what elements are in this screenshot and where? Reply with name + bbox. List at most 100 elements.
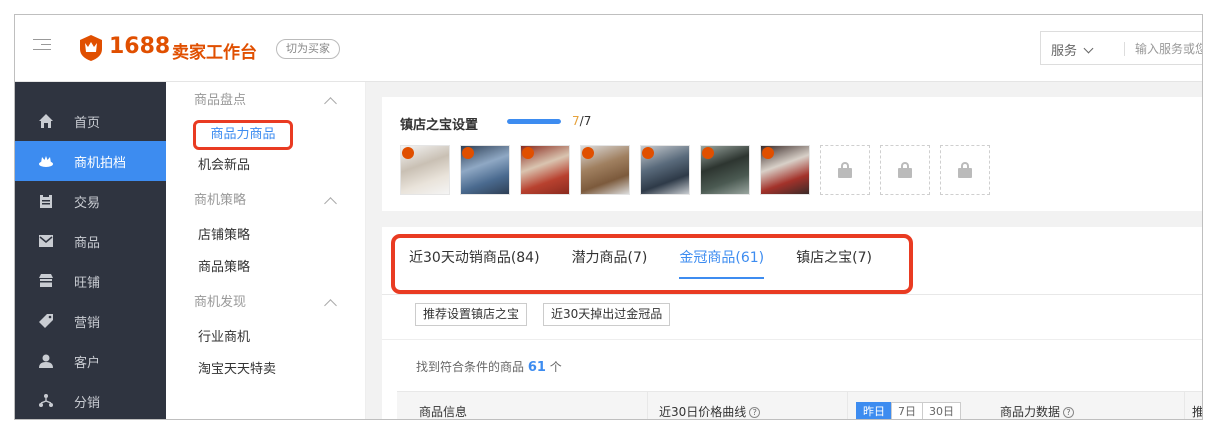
progress-fill (507, 119, 561, 124)
subnav-item-industry[interactable]: 行业商机 (166, 322, 365, 354)
lock-icon (838, 162, 852, 178)
sidebar-item-6[interactable]: 客户 (15, 341, 166, 381)
search-divider (1124, 42, 1125, 56)
sidebar-item-label: 商机拍档 (74, 155, 127, 171)
sidebar-item-label: 首页 (74, 115, 101, 131)
treasure-title: 镇店之宝设置 (400, 118, 479, 133)
sidebar-item-label: 营销 (74, 315, 101, 331)
crown-badge-icon (642, 147, 654, 159)
crown-badge-icon (702, 147, 714, 159)
sidebar-item-1[interactable]: 商机拍档 (15, 141, 166, 181)
crown-badge-icon (462, 147, 474, 159)
subnav-item-opportunity-new[interactable]: 机会新品 (166, 150, 365, 182)
time-range-toggle: 昨日 7日 30日 (856, 402, 961, 419)
subnav-item-product-strategy[interactable]: 商品策略 (166, 252, 365, 284)
service-search: 服务 (1040, 31, 1202, 65)
subnav-group-title: 商品盘点 (194, 93, 247, 108)
product-list-card: 近30天动销商品(84) 潜力商品(7) 金冠商品(61) 镇店之宝(7) 推荐设置镇… (382, 227, 1203, 419)
treasure-thumbnail[interactable] (760, 145, 810, 195)
sidebar-item-label: 分销 (74, 395, 101, 411)
search-category-select[interactable]: 服务 (1051, 40, 1094, 59)
treasure-thumbnail[interactable] (460, 145, 510, 195)
table-header: 商品信息 近30日价格曲线? 昨日 7日 30日 商品力数据? 推 (397, 391, 1203, 419)
column-product-power: 商品力数据? (1000, 392, 1075, 419)
subnav-item-product-power[interactable]: 商品力商品 (193, 120, 293, 150)
sidebar-item-3[interactable]: 商品 (15, 221, 166, 261)
locked-slot (820, 145, 870, 195)
range-option-2[interactable]: 30日 (922, 402, 961, 419)
treasure-thumbnail[interactable] (400, 145, 450, 195)
locked-slot (940, 145, 990, 195)
logo-title: 卖家工作台 (172, 43, 257, 63)
column-divider (847, 392, 848, 419)
filter-recommend-treasure-button[interactable]: 推荐设置镇店之宝 (415, 303, 528, 326)
filter-dropped-gold-button[interactable]: 近30天掉出过金冠品 (543, 303, 671, 326)
logo-shield-icon (80, 35, 102, 61)
chevron-up-icon (324, 299, 337, 312)
column-divider (647, 392, 648, 419)
menu-toggle-icon[interactable] (33, 39, 51, 55)
treasure-thumbnail[interactable] (700, 145, 750, 195)
column-product-info: 商品信息 (419, 405, 468, 419)
switch-to-buyer-button[interactable]: 切为买家 (276, 39, 340, 59)
tab-3[interactable]: 镇店之宝(7) (796, 227, 872, 289)
help-icon[interactable]: ? (749, 407, 761, 418)
sidebar-item-2[interactable]: 交易 (15, 181, 166, 221)
progress-current: 7 (572, 114, 580, 128)
chevron-down-icon (1083, 43, 1094, 54)
range-option-0[interactable]: 昨日 (856, 402, 892, 419)
sidebar-item-label: 客户 (74, 355, 101, 371)
subnav-group-title: 商机发现 (194, 295, 247, 310)
sub-sidebar: 商品盘点 商品力商品 机会新品 商机策略 店铺策略 商品策略 商机发现 行业商机… (166, 82, 366, 419)
mail-icon (37, 232, 55, 250)
product-tabs: 近30天动销商品(84) 潜力商品(7) 金冠商品(61) 镇店之宝(7) (409, 227, 904, 289)
sidebar-item-label: 交易 (74, 195, 101, 211)
chevron-up-icon (324, 197, 337, 210)
treasure-thumbnail[interactable] (580, 145, 630, 195)
treasure-thumbnail[interactable] (520, 145, 570, 195)
sidebar-item-0[interactable]: 首页 (15, 101, 166, 141)
subnav-item-shop-strategy[interactable]: 店铺策略 (166, 220, 365, 252)
crown-badge-icon (582, 147, 594, 159)
logo-number: 1688 (109, 34, 171, 59)
distribute-icon (37, 392, 55, 410)
range-option-1[interactable]: 7日 (891, 402, 923, 419)
result-suffix: 个 (549, 360, 562, 374)
sidebar-item-5[interactable]: 营销 (15, 301, 166, 341)
treasure-thumbnail[interactable] (640, 145, 690, 195)
tab-2[interactable]: 金冠商品(61) (679, 227, 764, 289)
lock-icon (898, 162, 912, 178)
tab-divider (382, 294, 1202, 295)
shop-icon (37, 272, 55, 290)
help-icon[interactable]: ? (1063, 407, 1075, 418)
subnav-group-discovery[interactable]: 商机发现 (166, 284, 365, 322)
column-price-curve: 近30日价格曲线? (659, 392, 761, 419)
tab-0[interactable]: 近30天动销商品(84) (409, 227, 540, 289)
main-sidebar: 首页商机拍档交易商品旺铺营销客户分销 (15, 82, 166, 419)
tab-1[interactable]: 潜力商品(7) (572, 227, 648, 289)
column-recommend: 推 (1192, 405, 1203, 419)
sidebar-item-label: 旺铺 (74, 275, 101, 291)
filter-divider (382, 339, 1202, 340)
sidebar-item-4[interactable]: 旺铺 (15, 261, 166, 301)
treasure-thumbnails (400, 145, 1000, 195)
result-count: 61 (527, 360, 546, 375)
user-icon (37, 352, 55, 370)
main-content: 镇店之宝设置 7/7 近30天动销商品(84) 潜力商品(7) 金冠商品(61) 镇店… (382, 97, 1203, 419)
search-category-label: 服务 (1051, 44, 1078, 59)
subnav-item-taobao-sale[interactable]: 淘宝天天特卖 (166, 354, 365, 386)
subnav-group-title: 商机策略 (194, 193, 247, 208)
search-input[interactable] (1135, 39, 1202, 59)
sidebar-item-7[interactable]: 分销 (15, 381, 166, 419)
crown-icon (37, 152, 55, 170)
subnav-group-strategy[interactable]: 商机策略 (166, 182, 365, 220)
crown-badge-icon (402, 147, 414, 159)
app-window: 1688 卖家工作台 切为买家 服务 首页商机拍档交易商品旺铺营销客户分销 商品… (14, 14, 1203, 420)
result-summary: 找到符合条件的商品 61 个 (416, 358, 562, 375)
result-prefix: 找到符合条件的商品 (416, 360, 525, 374)
tag-icon (37, 312, 55, 330)
locked-slot (880, 145, 930, 195)
chevron-up-icon (324, 97, 337, 110)
subnav-group-inventory[interactable]: 商品盘点 (166, 82, 365, 120)
column-divider (1184, 392, 1185, 419)
